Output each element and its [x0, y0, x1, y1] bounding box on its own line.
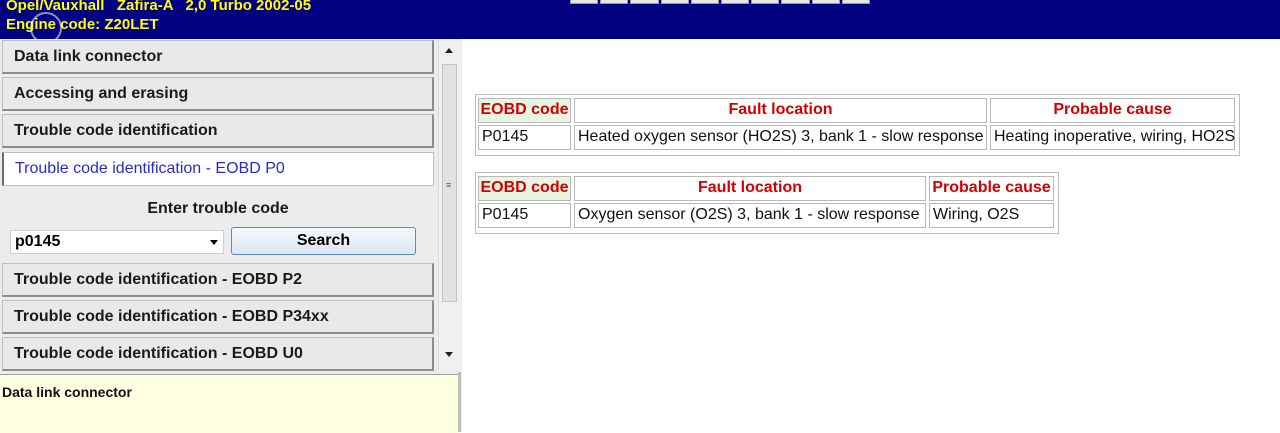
fault-table-2: EOBD code Fault location Probable cause … — [475, 172, 1059, 234]
toolbar-button[interactable] — [841, 0, 871, 4]
grip-icon: ≡ — [446, 180, 452, 190]
menu-item-trouble-code-identification[interactable]: Trouble code identification — [2, 114, 434, 148]
menu-item-data-link-connector[interactable]: Data link connector — [2, 40, 434, 74]
search-panel-title: Enter trouble code — [147, 200, 289, 217]
toolbar-button[interactable] — [781, 0, 810, 4]
search-button[interactable]: Search — [231, 227, 416, 255]
fault-table-1: EOBD code Fault location Probable cause … — [475, 94, 1240, 156]
table-cell-fault-location: Oxygen sensor (O2S) 3, bank 1 - slow res… — [574, 203, 926, 228]
engine-code-label: Engine code: Z20LET — [6, 16, 159, 33]
table-cell-probable-cause: Heating inoperative, wiring, HO2S — [990, 125, 1235, 150]
table-header-fault-location: Fault location — [574, 98, 987, 123]
trouble-code-value: p0145 — [15, 233, 61, 250]
trouble-code-search-panel: Enter trouble code p0145 Search — [2, 194, 434, 266]
toolbar-button[interactable] — [630, 0, 659, 4]
title-bar: Opel/Vauxhall Zafira-A 2,0 Turbo 2002-05… — [0, 0, 1280, 44]
toolbar-button[interactable] — [570, 0, 599, 4]
menu-item-eobd-u0[interactable]: Trouble code identification - EOBD U0 — [2, 337, 434, 371]
info-panel-text: Data link connector — [2, 384, 132, 400]
table-cell-fault-location: Heated oxygen sensor (HO2S) 3, bank 1 - … — [574, 125, 987, 150]
toolbar — [570, 0, 871, 4]
toolbar-button[interactable] — [690, 0, 720, 4]
menu-item-eobd-p2[interactable]: Trouble code identification - EOBD P2 — [2, 263, 434, 297]
sidebar-scrollbar[interactable]: ≡ — [438, 40, 461, 370]
table-header-fault-location: Fault location — [574, 176, 926, 201]
table-header-probable-cause: Probable cause — [929, 176, 1054, 201]
scroll-down-arrow-icon[interactable] — [445, 352, 453, 357]
menu-item-eobd-p0[interactable]: Trouble code identification - EOBD P0 — [2, 152, 434, 186]
table-cell-code: P0145 — [478, 125, 571, 150]
table-header-eobd-code: EOBD code — [478, 98, 571, 123]
table-header-eobd-code: EOBD code — [478, 176, 571, 201]
table-cell-code: P0145 — [478, 203, 571, 228]
menu-item-accessing-erasing[interactable]: Accessing and erasing — [2, 77, 434, 111]
panel-splitter[interactable] — [458, 372, 461, 432]
table-cell-probable-cause: Wiring, O2S — [929, 203, 1054, 228]
dropdown-arrow-icon[interactable] — [210, 240, 218, 245]
toolbar-button[interactable] — [751, 0, 780, 4]
table-header-probable-cause: Probable cause — [990, 98, 1235, 123]
vehicle-title: Opel/Vauxhall Zafira-A 2,0 Turbo 2002-05 — [6, 0, 312, 14]
toolbar-button[interactable] — [721, 0, 750, 4]
toolbar-button[interactable] — [811, 0, 840, 4]
toolbar-button[interactable] — [600, 0, 629, 4]
toolbar-button[interactable] — [660, 0, 689, 4]
trouble-code-combobox[interactable]: p0145 — [10, 230, 224, 254]
scrollbar-thumb[interactable]: ≡ — [442, 64, 457, 302]
menu-item-eobd-p34xx[interactable]: Trouble code identification - EOBD P34xx — [2, 300, 434, 334]
scroll-up-arrow-icon[interactable] — [445, 48, 453, 53]
info-panel: Data link connector — [0, 374, 458, 433]
